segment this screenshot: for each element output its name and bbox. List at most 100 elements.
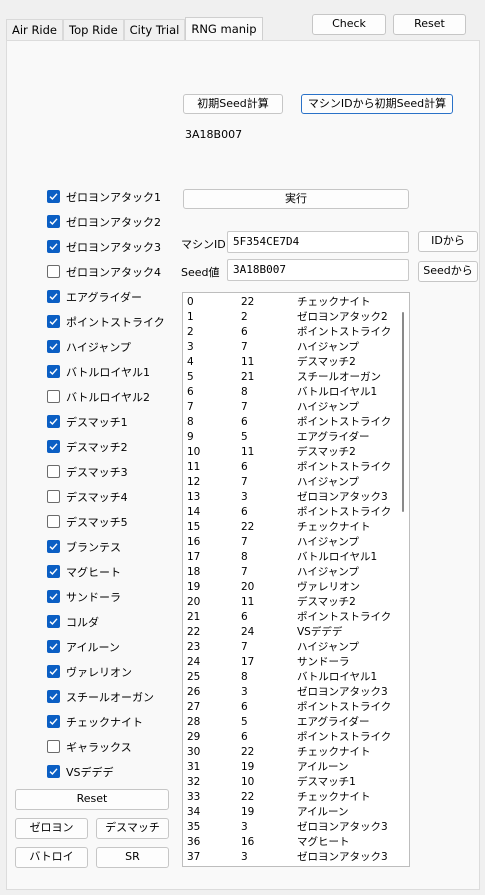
checkbox-row[interactable]: アイルーン <box>47 634 177 659</box>
checkbox-row[interactable]: スチールオーガン <box>47 684 177 709</box>
checkbox[interactable] <box>47 465 60 478</box>
list-item[interactable]: 5 21 スチールオーガン <box>183 370 409 385</box>
list-item[interactable]: 2 6 ポイントストライク <box>183 325 409 340</box>
list-item[interactable]: 16 7 ハイジャンプ <box>183 535 409 550</box>
checkbox-row[interactable]: ブランテス <box>47 534 177 559</box>
list-item[interactable]: 6 8 バトルロイヤル1 <box>183 385 409 400</box>
list-item[interactable]: 19 20 ヴァレリオン <box>183 580 409 595</box>
tab-air-ride[interactable]: Air Ride <box>6 19 64 41</box>
scrollbar-thumb[interactable] <box>402 312 404 512</box>
machine-id-input[interactable]: 5F354CE7D4 <box>227 231 409 253</box>
checkbox-row[interactable]: ヴァレリオン <box>47 659 177 684</box>
list-item[interactable]: 13 3 ゼロヨンアタック3 <box>183 490 409 505</box>
checkbox-row[interactable]: デスマッチ3 <box>47 459 177 484</box>
list-item[interactable]: 15 22 チェックナイト <box>183 520 409 535</box>
list-item[interactable]: 17 8 バトルロイヤル1 <box>183 550 409 565</box>
list-item[interactable]: 10 11 デスマッチ2 <box>183 445 409 460</box>
checkbox-row[interactable]: ゼロヨンアタック2 <box>47 209 177 234</box>
reset-button-top[interactable]: Reset <box>393 14 466 35</box>
checkbox[interactable] <box>47 715 60 728</box>
checkbox[interactable] <box>47 515 60 528</box>
checkbox-row[interactable]: VSデデデ <box>47 759 177 784</box>
list-item[interactable]: 20 11 デスマッチ2 <box>183 595 409 610</box>
checkbox[interactable] <box>47 215 60 228</box>
checkbox-row[interactable]: デスマッチ2 <box>47 434 177 459</box>
checkbox[interactable] <box>47 415 60 428</box>
reset-button-bottom[interactable]: Reset <box>15 789 169 810</box>
tab-rng-manip[interactable]: RNG manip <box>185 17 263 41</box>
checkbox-row[interactable]: マグヒート <box>47 559 177 584</box>
sr-button[interactable]: SR <box>96 847 169 868</box>
checkbox-row[interactable]: チェックナイト <box>47 709 177 734</box>
list-item[interactable]: 34 19 アイルーン <box>183 805 409 820</box>
checkbox-row[interactable]: ゼロヨンアタック4 <box>47 259 177 284</box>
checkbox-row[interactable]: ギャラックス <box>47 734 177 759</box>
list-item[interactable]: 29 6 ポイントストライク <box>183 730 409 745</box>
list-item[interactable]: 28 5 エアグライダー <box>183 715 409 730</box>
checkbox-row[interactable]: ゼロヨンアタック1 <box>47 184 177 209</box>
checkbox-row[interactable]: デスマッチ4 <box>47 484 177 509</box>
list-item[interactable]: 18 7 ハイジャンプ <box>183 565 409 580</box>
checkbox-row[interactable]: デスマッチ1 <box>47 409 177 434</box>
results-scrollbar[interactable] <box>398 294 408 865</box>
checkbox[interactable] <box>47 315 60 328</box>
deathmatch-button[interactable]: デスマッチ <box>96 818 169 839</box>
checkbox[interactable] <box>47 665 60 678</box>
checkbox[interactable] <box>47 590 60 603</box>
check-button[interactable]: Check <box>312 14 386 35</box>
list-item[interactable]: 24 17 サンドーラ <box>183 655 409 670</box>
checkbox[interactable] <box>47 190 60 203</box>
list-item[interactable]: 1 2 ゼロヨンアタック2 <box>183 310 409 325</box>
from-seed-button[interactable]: Seedから <box>418 261 478 282</box>
list-item[interactable]: 27 6 ポイントストライク <box>183 700 409 715</box>
checkbox[interactable] <box>47 690 60 703</box>
list-item[interactable]: 37 3 ゼロヨンアタック3 <box>183 850 409 865</box>
list-item[interactable]: 8 6 ポイントストライク <box>183 415 409 430</box>
list-item[interactable]: 12 7 ハイジャンプ <box>183 475 409 490</box>
checkbox[interactable] <box>47 340 60 353</box>
checkbox-row[interactable]: コルダ <box>47 609 177 634</box>
checkbox-row[interactable]: ポイントストライク <box>47 309 177 334</box>
checkbox[interactable] <box>47 640 60 653</box>
checkbox[interactable] <box>47 390 60 403</box>
list-item[interactable]: 23 7 ハイジャンプ <box>183 640 409 655</box>
checkbox-row[interactable]: ハイジャンプ <box>47 334 177 359</box>
list-item[interactable]: 14 6 ポイントストライク <box>183 505 409 520</box>
from-id-button[interactable]: IDから <box>418 231 478 252</box>
list-item[interactable]: 0 22 チェックナイト <box>183 295 409 310</box>
tab-city-trial[interactable]: City Trial <box>123 19 186 41</box>
checkbox[interactable] <box>47 365 60 378</box>
checkbox-row[interactable]: サンドーラ <box>47 584 177 609</box>
checkbox[interactable] <box>47 265 60 278</box>
list-item[interactable]: 11 6 ポイントストライク <box>183 460 409 475</box>
checkbox[interactable] <box>47 565 60 578</box>
list-item[interactable]: 31 19 アイルーン <box>183 760 409 775</box>
checkbox[interactable] <box>47 740 60 753</box>
list-item[interactable]: 30 22 チェックナイト <box>183 745 409 760</box>
list-item[interactable]: 32 10 デスマッチ1 <box>183 775 409 790</box>
checkbox[interactable] <box>47 765 60 778</box>
list-item[interactable]: 25 8 バトルロイヤル1 <box>183 670 409 685</box>
list-item[interactable]: 3 7 ハイジャンプ <box>183 340 409 355</box>
seed-input[interactable]: 3A18B007 <box>227 259 409 281</box>
tab-top-ride[interactable]: Top Ride <box>63 19 124 41</box>
checkbox-row[interactable]: エアグライダー <box>47 284 177 309</box>
initial-seed-button[interactable]: 初期Seed計算 <box>183 94 283 114</box>
checkbox[interactable] <box>47 440 60 453</box>
checkbox-row[interactable]: バトルロイヤル2 <box>47 384 177 409</box>
checkbox-row[interactable]: デスマッチ5 <box>47 509 177 534</box>
list-item[interactable]: 21 6 ポイントストライク <box>183 610 409 625</box>
list-item[interactable]: 22 24 VSデデデ <box>183 625 409 640</box>
list-item[interactable]: 4 11 デスマッチ2 <box>183 355 409 370</box>
battleroyal-button[interactable]: バトロイ <box>15 847 88 868</box>
list-item[interactable]: 9 5 エアグライダー <box>183 430 409 445</box>
checkbox[interactable] <box>47 490 60 503</box>
zeroyon-button[interactable]: ゼロヨン <box>15 818 88 839</box>
list-item[interactable]: 26 3 ゼロヨンアタック3 <box>183 685 409 700</box>
list-item[interactable]: 36 16 マグヒート <box>183 835 409 850</box>
checkbox-row[interactable]: バトルロイヤル1 <box>47 359 177 384</box>
checkbox[interactable] <box>47 240 60 253</box>
run-button[interactable]: 実行 <box>183 189 409 209</box>
seed-from-machine-button[interactable]: マシンIDから初期Seed計算 <box>301 94 453 114</box>
checkbox-row[interactable]: ゼロヨンアタック3 <box>47 234 177 259</box>
